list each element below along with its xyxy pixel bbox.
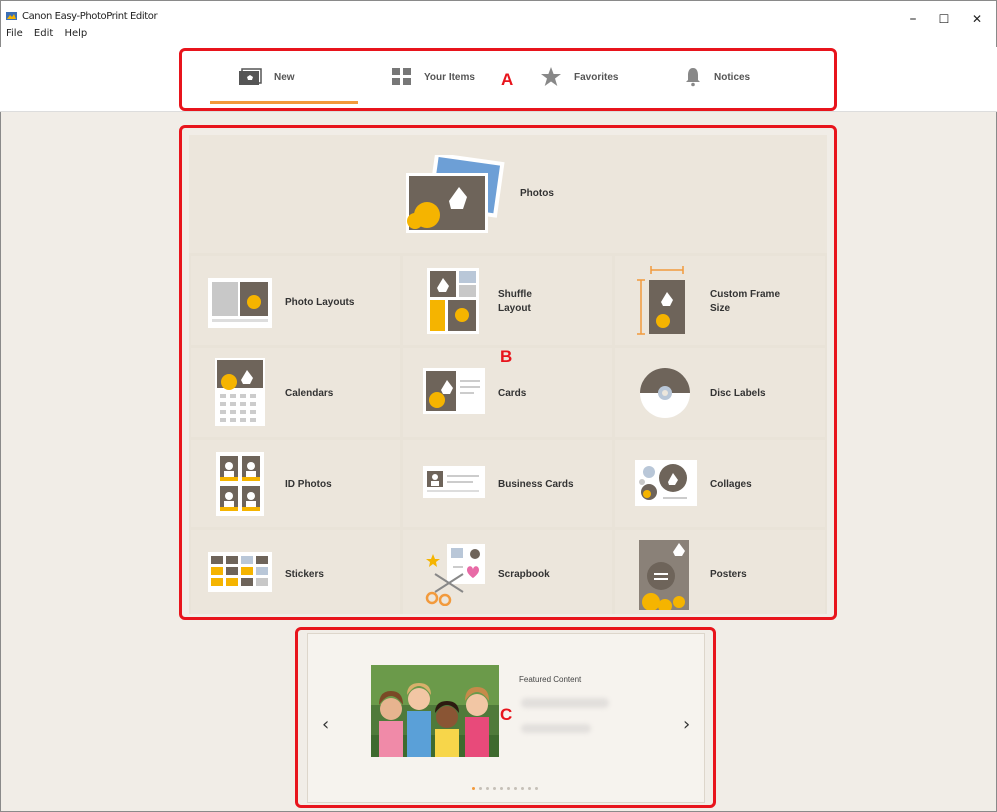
menu-help[interactable]: Help <box>64 28 87 39</box>
item-collages[interactable]: Collages <box>615 440 825 527</box>
photo-layouts-label: Photo Layouts <box>285 297 355 308</box>
callout-label-b: B <box>500 347 513 366</box>
app-title: Canon Easy-PhotoPrint Editor <box>22 11 158 22</box>
title-bar: Canon Easy-PhotoPrint Editor File Edit H… <box>1 1 996 47</box>
menu-file[interactable]: File <box>6 28 23 39</box>
tab-selected-indicator <box>210 101 358 104</box>
item-photo-layouts[interactable]: Photo Layouts <box>191 256 400 345</box>
posters-thumbnail <box>639 540 689 610</box>
photos-label: Photos <box>520 188 554 199</box>
disc-labels-label: Disc Labels <box>710 388 766 399</box>
item-scrapbook[interactable]: Scrapbook <box>403 530 612 614</box>
tab-notices-label: Notices <box>714 71 751 83</box>
item-shuffle-layout[interactable]: Shuffle Layout <box>403 256 612 345</box>
collages-label: Collages <box>710 479 752 490</box>
tab-new[interactable]: New <box>238 61 295 93</box>
item-posters[interactable]: Posters <box>615 530 825 614</box>
id-photos-label: ID Photos <box>285 479 332 490</box>
collages-thumbnail <box>635 460 697 506</box>
disc-labels-thumbnail <box>640 368 690 418</box>
item-id-photos[interactable]: ID Photos <box>191 440 400 527</box>
minimize-button[interactable]: – <box>903 9 923 29</box>
menu-bar: File Edit Help <box>6 28 95 39</box>
featured-content-line <box>521 698 609 708</box>
carousel-next-button[interactable]: › <box>683 714 690 735</box>
business-cards-label: Business Cards <box>498 479 574 490</box>
tab-your-items-label: Your Items <box>424 71 475 83</box>
custom-frame-size-thumbnail <box>637 266 685 335</box>
close-button[interactable]: ✕ <box>967 9 987 29</box>
carousel-dot[interactable] <box>535 787 538 790</box>
menu-edit[interactable]: Edit <box>34 28 53 39</box>
photos-thumbnail <box>406 155 505 233</box>
calendars-thumbnail <box>215 358 265 426</box>
app-logo-icon <box>6 12 17 20</box>
carousel-dot[interactable] <box>528 787 531 790</box>
tab-favorites-label: Favorites <box>574 71 619 83</box>
grid-icon <box>392 68 411 85</box>
carousel-dot[interactable] <box>521 787 524 790</box>
carousel-dot[interactable] <box>479 787 482 790</box>
posters-label: Posters <box>710 569 747 580</box>
carousel-prev-button[interactable]: ‹ <box>322 714 329 735</box>
tab-bar: New Your Items Favorites Notices <box>0 47 997 112</box>
carousel-dot[interactable] <box>486 787 489 790</box>
carousel-dots <box>472 787 538 790</box>
stickers-thumbnail <box>208 552 272 592</box>
bell-icon <box>686 68 700 87</box>
item-calendars[interactable]: Calendars <box>191 348 400 437</box>
stickers-label: Stickers <box>285 569 324 580</box>
item-disc-labels[interactable]: Disc Labels <box>615 348 825 437</box>
custom-frame-size-label: Custom Frame Size <box>710 289 781 314</box>
item-photos[interactable]: Photos <box>189 135 827 253</box>
shuffle-layout-thumbnail <box>427 268 479 334</box>
tab-notices[interactable]: Notices <box>684 61 750 93</box>
scrapbook-thumbnail <box>425 544 485 606</box>
carousel-dot[interactable] <box>493 787 496 790</box>
callout-label-a: A <box>501 70 514 89</box>
id-photos-thumbnail <box>216 452 264 516</box>
item-stickers[interactable]: Stickers <box>191 530 400 614</box>
cards-label: Cards <box>498 388 527 399</box>
featured-photo-image <box>371 665 499 757</box>
callout-label-c: C <box>500 705 513 724</box>
carousel-dot[interactable] <box>514 787 517 790</box>
carousel-dot[interactable] <box>472 787 475 790</box>
item-custom-frame-size[interactable]: Custom Frame Size <box>615 256 825 345</box>
featured-content-title: Featured Content <box>519 675 582 684</box>
item-business-cards[interactable]: Business Cards <box>403 440 612 527</box>
tab-your-items[interactable]: Your Items <box>392 61 475 93</box>
shuffle-layout-label: Shuffle Layout <box>498 289 532 314</box>
maximize-button[interactable]: ☐ <box>934 9 954 29</box>
tab-favorites[interactable]: Favorites <box>540 61 618 93</box>
calendars-label: Calendars <box>285 388 334 399</box>
carousel-dot[interactable] <box>507 787 510 790</box>
carousel-dot[interactable] <box>500 787 503 790</box>
featured-content-line <box>521 724 591 733</box>
photo-layouts-thumbnail <box>208 278 272 328</box>
scrapbook-label: Scrapbook <box>498 569 550 580</box>
cards-thumbnail <box>423 368 485 414</box>
star-icon <box>541 67 561 86</box>
business-cards-thumbnail <box>423 466 485 498</box>
tab-new-label: New <box>274 71 295 83</box>
new-photo-icon <box>239 68 262 85</box>
